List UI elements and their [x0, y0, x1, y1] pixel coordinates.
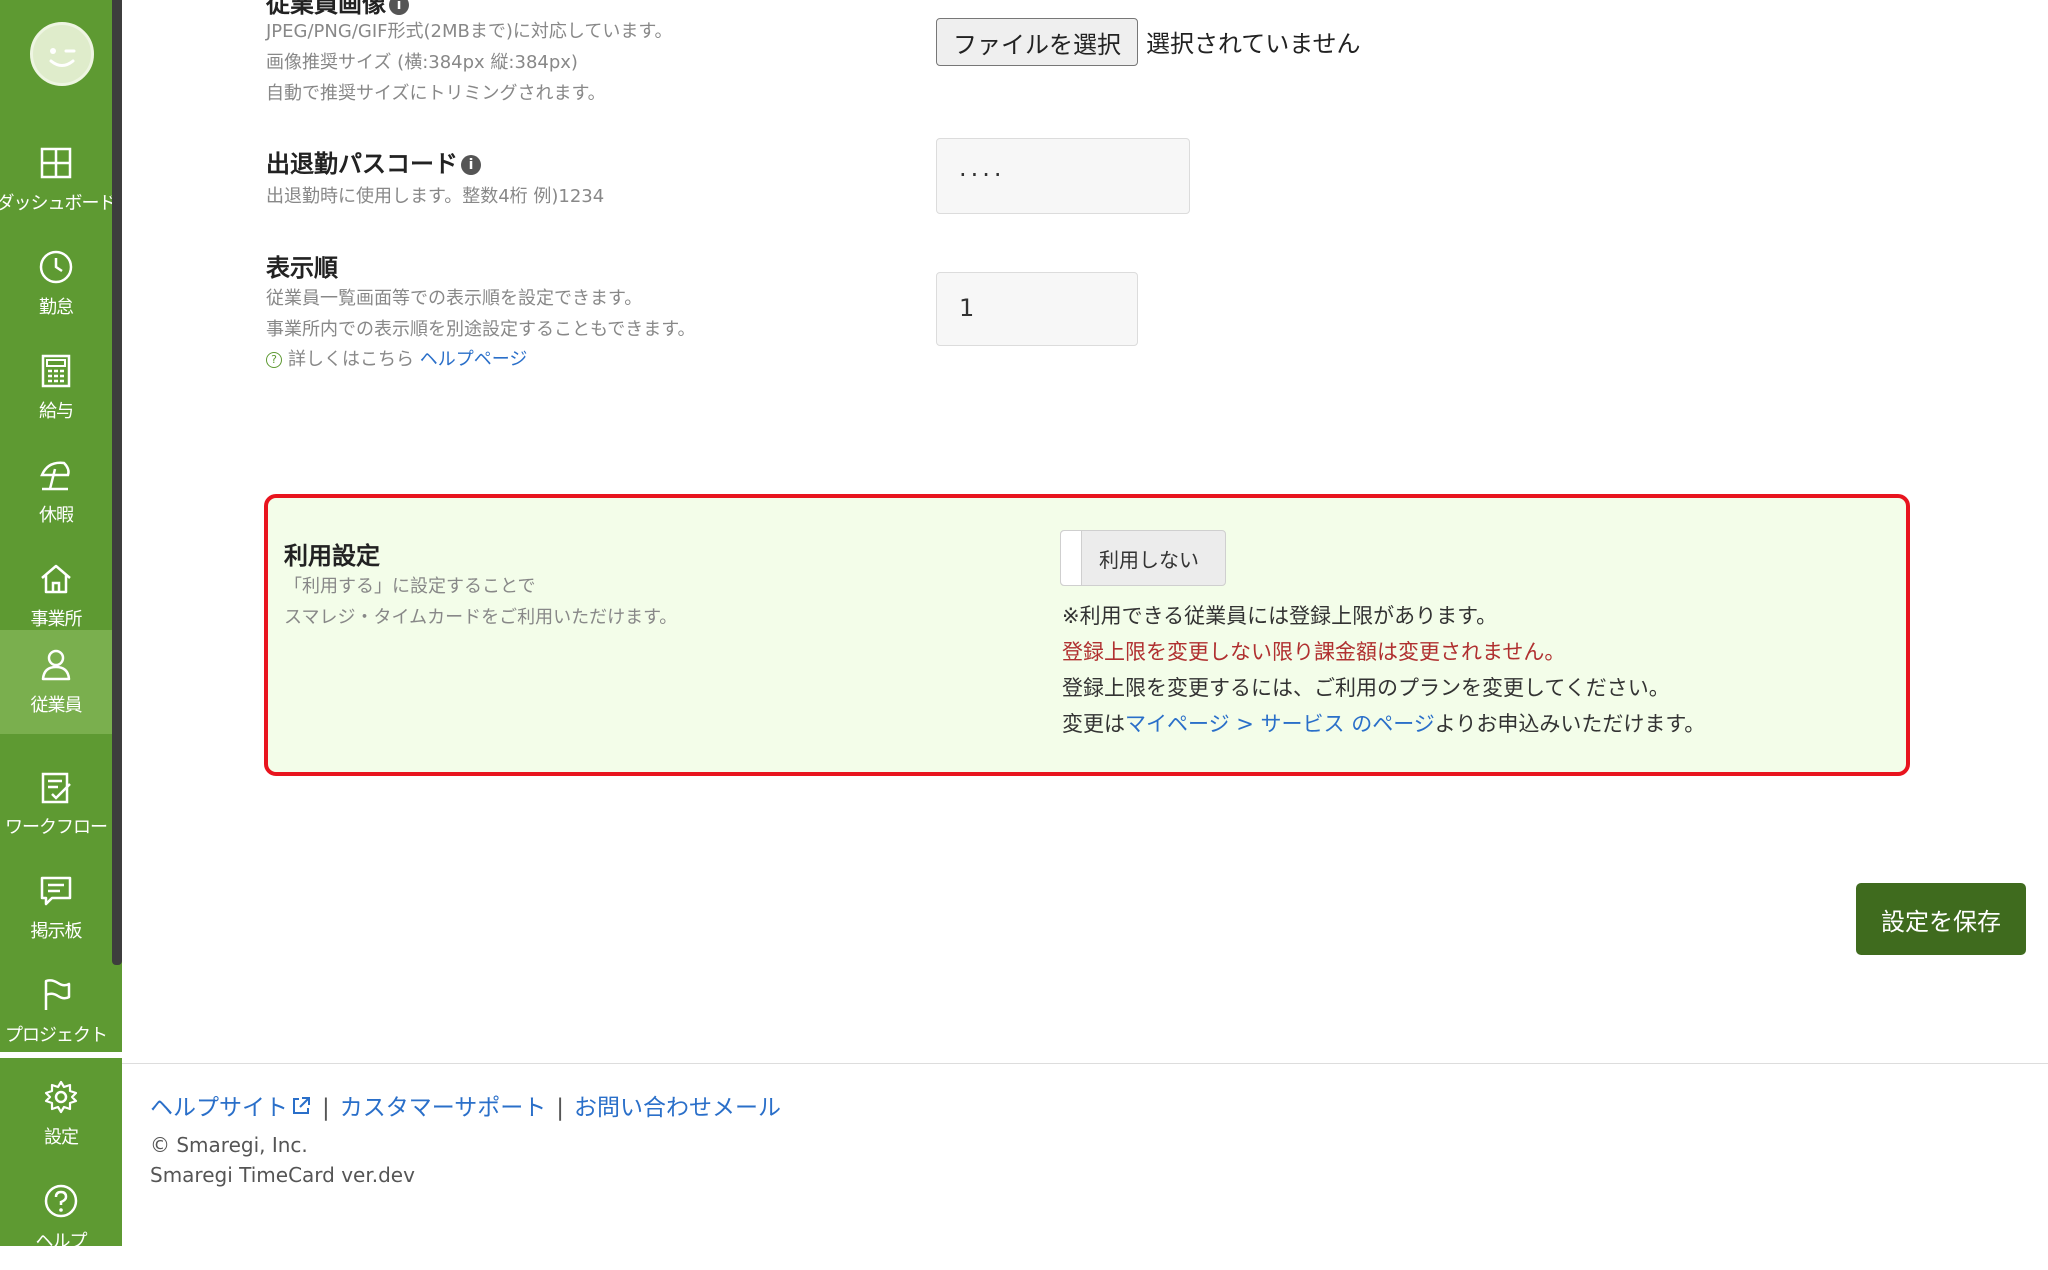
desc-line: 事業所内での表示順を別途設定することもできます。 [266, 319, 696, 340]
sidebar-item-label: ヘルプ [35, 1231, 88, 1252]
sidebar-item-label: ダッシュボード [0, 193, 117, 214]
question-icon: ? [266, 352, 282, 368]
flag-icon [44, 979, 71, 1010]
desc-line: スマレジ・タイムカードをご利用いただけます。 [284, 607, 678, 628]
sidebar-item-label: 事業所 [30, 609, 83, 630]
usage-desc: 「利用する」に設定することで スマレジ・タイムカードをご利用いただけます。 [284, 571, 677, 633]
footer-copyright: © Smaregi, Inc. Smaregi TimeCard ver.dev [150, 1130, 415, 1190]
sidebar-lower: 設定 ヘルプ [0, 1052, 122, 1252]
calculator-icon [41, 354, 71, 388]
customer-support-link[interactable]: カスタマーサポート [340, 1095, 547, 1121]
desc-line: 「利用する」に設定することで [284, 576, 536, 597]
sidebar-scrollbar[interactable] [112, 0, 122, 965]
footer-separator: | [322, 1095, 330, 1121]
external-link-icon [293, 1097, 310, 1114]
display-order-input[interactable]: 1 [936, 272, 1138, 346]
clock-icon [39, 250, 73, 284]
help-prefix: 詳しくはこちら [288, 349, 414, 370]
help-site-text: ヘルプサイト [150, 1095, 288, 1121]
smile-face-icon [49, 48, 76, 67]
usage-note-change: 変更はマイページ > サービス のページよりお申込みいただけます。 [1062, 708, 1705, 738]
main-content: 従業員画像 i JPEG/PNG/GIF形式(2MBまで)に対応しています。 画像… [122, 0, 2048, 1240]
display-order-desc: 従業員一覧画面等での表示順を設定できます。 事業所内での表示順を別途設定すること… [266, 283, 695, 345]
clipboard-check-icon [41, 772, 71, 804]
home-icon [41, 564, 71, 594]
usage-note-plan: 登録上限を変更するには、ご利用のプランを変更してください。 [1062, 676, 1670, 700]
file-status: 選択されていません [1146, 30, 1361, 58]
help-page-link[interactable]: ヘルプページ [420, 349, 528, 370]
help-icon [44, 1184, 78, 1218]
footer-separator: | [556, 1095, 565, 1121]
display-order-title: 表示順 [266, 254, 338, 282]
sidebar-item-board[interactable]: 掲示板 [0, 856, 112, 960]
message-icon [40, 876, 72, 906]
desc-line: 従業員一覧画面等での表示順を設定できます。 [266, 288, 643, 309]
usage-toggle[interactable]: 利用しない [1060, 530, 1226, 586]
info-icon[interactable]: i [461, 155, 481, 175]
help-row: ? 詳しくはこちら ヘルプページ [266, 345, 527, 371]
employee-image-desc: JPEG/PNG/GIF形式(2MBまで)に対応しています。 画像推奨サイズ (… [266, 16, 673, 109]
desc-line: JPEG/PNG/GIF形式(2MBまで)に対応しています。 [266, 21, 673, 42]
gear-icon [44, 1080, 78, 1114]
sidebar-item-workflow[interactable]: ワークフロー [0, 752, 112, 856]
avatar[interactable] [30, 22, 94, 86]
sidebar-item-project[interactable]: プロジェクト [0, 960, 112, 1064]
sidebar-item-leave[interactable]: 休暇 [0, 440, 112, 544]
sidebar-item-label: 勤怠 [39, 297, 74, 318]
note-prefix: 変更は [1062, 712, 1125, 736]
dashboard-icon [40, 147, 72, 179]
sidebar-item-label: ワークフロー [5, 817, 108, 838]
sidebar-item-label: 設定 [44, 1127, 79, 1148]
usage-title: 利用設定 [284, 542, 380, 570]
sidebar-item-payroll[interactable]: 給与 [0, 336, 112, 440]
info-icon[interactable]: i [389, 0, 409, 15]
passcode-input[interactable]: ···· [936, 138, 1190, 214]
beach-umbrella-icon [40, 461, 70, 491]
save-settings-button[interactable]: 設定を保存 [1856, 883, 2026, 955]
field-title-text: 出退勤パスコード [266, 150, 458, 178]
sidebar-item-label: 掲示板 [30, 921, 83, 942]
person-icon [41, 649, 71, 681]
desc-line: 自動で推奨サイズにトリミングされます。 [266, 83, 606, 104]
desc-line: 画像推奨サイズ (横:384px 縦:384px) [266, 52, 578, 73]
sidebar-item-dashboard[interactable]: ダッシュボード [0, 128, 117, 232]
sidebar-item-attendance[interactable]: 勤怠 [0, 232, 112, 336]
sidebar-item-label: 休暇 [39, 505, 74, 526]
copyright-text: © Smaregi, Inc. [150, 1133, 308, 1157]
sidebar-item-settings[interactable]: 設定 [0, 1062, 122, 1166]
passcode-desc: 出退勤時に使用します。整数4桁 例)1234 [266, 186, 605, 207]
toggle-label: 利用しない [1099, 548, 1199, 572]
usage-note-warning: 登録上限を変更しない限り課金額は変更されません。 [1062, 640, 1566, 664]
footer-links: ヘルプサイト | カスタマーサポート | お問い合わせメール [150, 1088, 781, 1122]
sidebar-item-label: プロジェクト [5, 1025, 108, 1046]
usage-note-limit: ※利用できる従業員には登録上限があります。 [1062, 604, 1498, 628]
toggle-knob [1061, 531, 1082, 585]
passcode-title: 出退勤パスコード i [266, 144, 481, 179]
sidebar-item-label: 従業員 [30, 695, 83, 716]
choose-file-button[interactable]: ファイルを選択 [936, 18, 1138, 66]
note-suffix: よりお申込みいただけます。 [1434, 712, 1706, 736]
version-text: Smaregi TimeCard ver.dev [150, 1163, 415, 1187]
sidebar-item-label: 給与 [39, 401, 74, 422]
help-site-link[interactable]: ヘルプサイト [150, 1095, 312, 1121]
contact-mail-link[interactable]: お問い合わせメール [574, 1095, 781, 1121]
sidebar-item-employee[interactable]: 従業員 [0, 630, 112, 734]
mypage-service-link[interactable]: マイページ > サービス のページ [1125, 712, 1435, 736]
sidebar-item-help[interactable]: ヘルプ [0, 1166, 122, 1270]
